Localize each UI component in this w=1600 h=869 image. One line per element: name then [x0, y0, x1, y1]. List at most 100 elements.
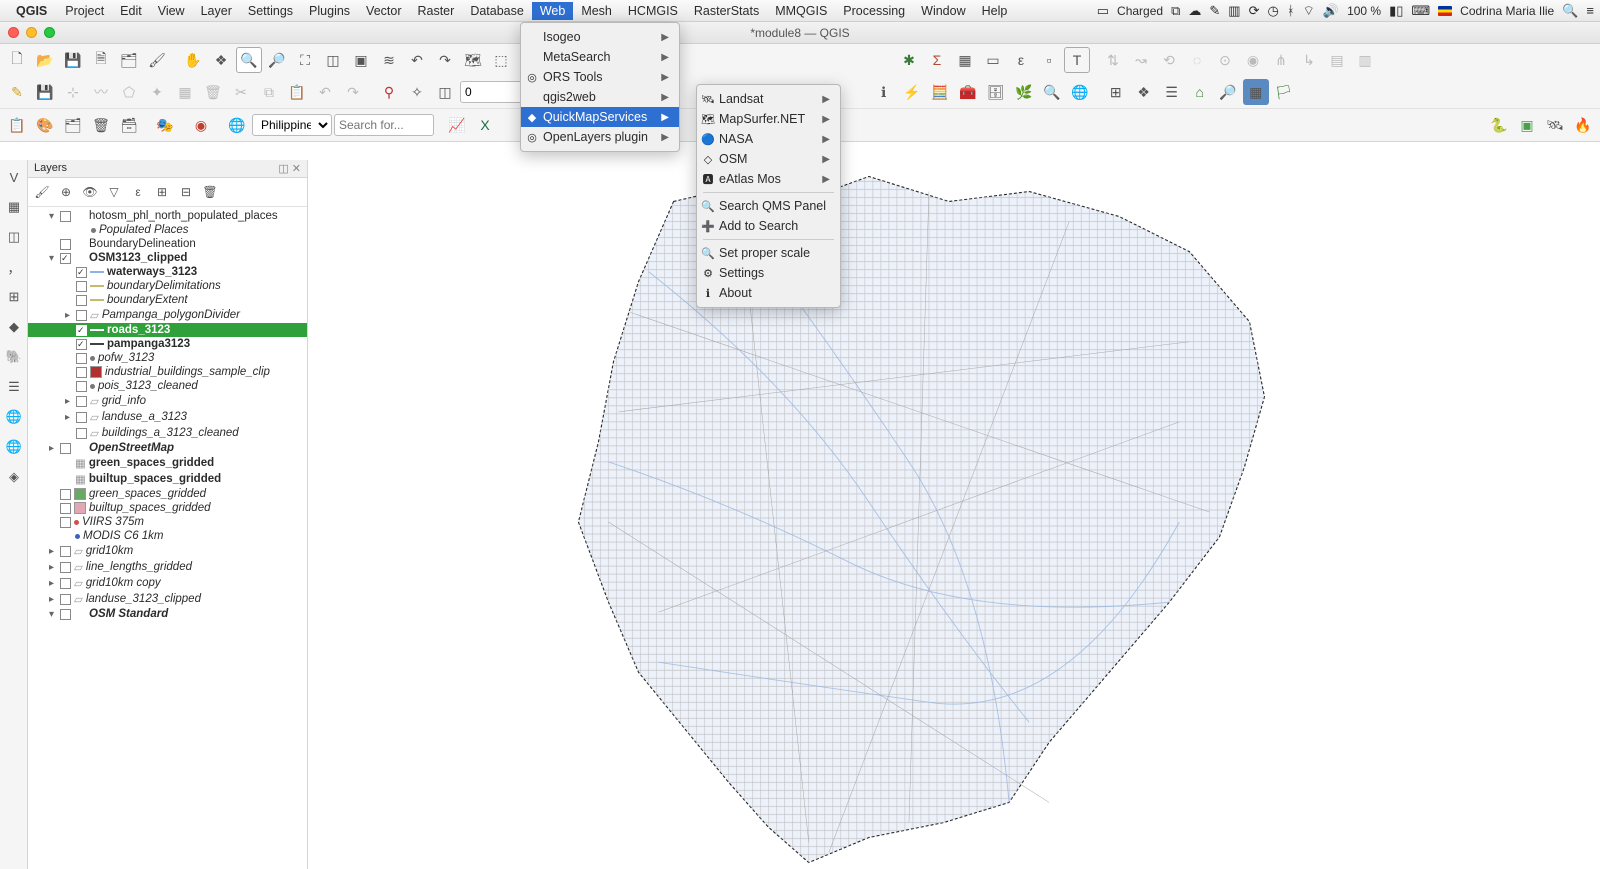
add-spatialite-icon[interactable]: ◆	[3, 316, 25, 338]
add-vector-icon[interactable]: V	[3, 166, 25, 188]
expand-arrow-icon[interactable]: ▾	[46, 211, 57, 222]
deselect-icon[interactable]: ▫	[1036, 47, 1062, 73]
expand-arrow-icon[interactable]: ▸	[46, 562, 57, 573]
qfield-icon[interactable]: ▣	[1514, 112, 1540, 138]
new-map-view-icon[interactable]: 🗺	[460, 47, 486, 73]
attributes-toolbar-icon[interactable]: ▦	[952, 47, 978, 73]
expand-arrow-icon[interactable]: ▸	[62, 396, 73, 407]
search-input[interactable]	[334, 114, 434, 136]
collapse-all-icon[interactable]: ⊟	[175, 181, 197, 203]
select-by-expr-icon[interactable]: ε	[1008, 47, 1034, 73]
layer-item[interactable]: ▱buildings_a_3123_cleaned	[28, 425, 307, 441]
menu-item-mapsurfer.net[interactable]: 🗺MapSurfer.NET▶	[697, 109, 840, 129]
filter-legend-icon[interactable]: ▽	[103, 181, 125, 203]
menu-item-eatlas-mos[interactable]: 🅰eAtlas Mos▶	[697, 169, 840, 189]
layer-item[interactable]: MODIS C6 1km	[28, 529, 307, 543]
layer-item[interactable]: green_spaces_gridded	[28, 487, 307, 501]
style-manager-icon[interactable]: 🖌	[144, 47, 170, 73]
add-mesh-icon[interactable]: ◫	[3, 226, 25, 248]
georef-icon[interactable]: ⊞	[1103, 79, 1129, 105]
layer-item[interactable]: ▦builtup_spaces_gridded	[28, 471, 307, 487]
layer-item[interactable]: boundaryDelimitations	[28, 279, 307, 293]
short-icon[interactable]: ↳	[1296, 47, 1322, 73]
menu-mesh[interactable]: Mesh	[573, 2, 620, 20]
evernote-icon[interactable]: ✎	[1209, 3, 1220, 19]
sync-icon[interactable]: ⟳	[1249, 3, 1260, 19]
plugin-icons-5[interactable]: ▦	[1243, 79, 1269, 105]
undo-icon[interactable]: ↶	[312, 79, 338, 105]
visibility-checkbox[interactable]	[76, 353, 87, 364]
expand-arrow-icon[interactable]: ▸	[46, 443, 57, 454]
flag-icon[interactable]	[1438, 6, 1452, 16]
redo-icon[interactable]: ↷	[340, 79, 366, 105]
processing-icon[interactable]: ✱	[896, 47, 922, 73]
layer-styling-icon[interactable]: 🎨	[32, 112, 58, 138]
menu-settings[interactable]: Settings	[240, 2, 301, 20]
keyboard-icon[interactable]: ⌨	[1411, 3, 1430, 19]
network-icon[interactable]: ⇅	[1100, 47, 1126, 73]
expand-all-icon[interactable]: ⊞	[151, 181, 173, 203]
layer-item[interactable]: roads_3123	[28, 323, 307, 337]
layer-item[interactable]: boundaryExtent	[28, 293, 307, 307]
grass-icon[interactable]: 🌿	[1011, 79, 1037, 105]
python-icon[interactable]: 🐍	[1486, 112, 1512, 138]
menu-plugins[interactable]: Plugins	[301, 2, 358, 20]
menu-item-quickmapservices[interactable]: ◆QuickMapServices▶	[521, 107, 679, 127]
visibility-checkbox[interactable]	[76, 412, 87, 423]
plugin-icons-4[interactable]: 🔎	[1215, 79, 1241, 105]
close-window-button[interactable]	[8, 27, 19, 38]
save-project-icon[interactable]: 💾	[60, 47, 86, 73]
menu-item-osm[interactable]: ◇OSM▶	[697, 149, 840, 169]
matrix-icon[interactable]: ▥	[1352, 47, 1378, 73]
visibility-checkbox[interactable]	[60, 562, 71, 573]
menu-project[interactable]: Project	[57, 2, 112, 20]
plugin-icons-6[interactable]: 🏳	[1271, 79, 1297, 105]
menu-processing[interactable]: Processing	[835, 2, 913, 20]
add-xyz-icon[interactable]: ◈	[3, 466, 25, 488]
open-layer-styling-icon[interactable]: 🖌	[31, 181, 53, 203]
layer-item[interactable]: ▸▱landuse_a_3123	[28, 409, 307, 425]
visibility-checkbox[interactable]	[76, 396, 87, 407]
menu-item-settings[interactable]: ⚙Settings	[697, 263, 840, 283]
layer-item[interactable]: waterways_3123	[28, 265, 307, 279]
add-wms-icon[interactable]: 🌐	[3, 406, 25, 428]
identify-results-icon[interactable]: 📋	[4, 112, 30, 138]
visibility-checkbox[interactable]	[60, 517, 71, 528]
add-gpkg-icon[interactable]: ⊞	[3, 286, 25, 308]
menu-view[interactable]: View	[150, 2, 193, 20]
visibility-checkbox[interactable]	[60, 253, 71, 264]
visibility-checkbox[interactable]	[60, 578, 71, 589]
copy-icon[interactable]: ⧉	[256, 79, 282, 105]
menu-vector[interactable]: Vector	[358, 2, 409, 20]
region-select[interactable]: Philippines	[252, 114, 332, 136]
layers-tree[interactable]: ▾hotosm_phl_north_populated_placesPopula…	[28, 207, 307, 869]
identify-icon[interactable]: ℹ	[871, 79, 897, 105]
label-t-icon[interactable]: T	[1064, 47, 1090, 73]
menu-item-openlayers-plugin[interactable]: ◎OpenLayers plugin▶	[521, 127, 679, 147]
save-edits-icon[interactable]: 💾	[32, 79, 58, 105]
open-project-icon[interactable]: 📂	[32, 47, 58, 73]
layer-item[interactable]: pois_3123_cleaned	[28, 379, 307, 393]
layer-item[interactable]: builtup_spaces_gridded	[28, 501, 307, 515]
zoom-last-icon[interactable]: ↶	[404, 47, 430, 73]
menu-hcmgis[interactable]: HCMGIS	[620, 2, 686, 20]
mask-icon[interactable]: 🎭	[152, 112, 178, 138]
expand-arrow-icon[interactable]: ▸	[46, 546, 57, 557]
expand-arrow-icon[interactable]: ▸	[46, 578, 57, 589]
cut-icon[interactable]: ✂	[228, 79, 254, 105]
new-project-icon[interactable]: 🗋	[4, 47, 30, 73]
zoom-native-icon[interactable]: ≋	[376, 47, 402, 73]
pan-icon[interactable]: ✋	[180, 47, 206, 73]
new-geopackage-icon[interactable]: 🗃	[116, 112, 142, 138]
visibility-checkbox[interactable]	[76, 281, 87, 292]
qms-search-icon[interactable]: 🔍	[1039, 79, 1065, 105]
layer-item[interactable]: ▸OpenStreetMap	[28, 441, 307, 455]
add-postgis-icon[interactable]: 🐘	[3, 346, 25, 368]
new-3d-view-icon[interactable]: ⬚	[488, 47, 514, 73]
layer-item[interactable]: ▸▱Pampanga_polygonDivider	[28, 307, 307, 323]
layout-manager-icon[interactable]: 🗂	[116, 47, 142, 73]
menu-item-ors-tools[interactable]: ◎ORS Tools▶	[521, 67, 679, 87]
plugin-icons-3[interactable]: ⌂	[1187, 79, 1213, 105]
visibility-checkbox[interactable]	[60, 443, 71, 454]
layer-item[interactable]: BoundaryDelineation	[28, 237, 307, 251]
